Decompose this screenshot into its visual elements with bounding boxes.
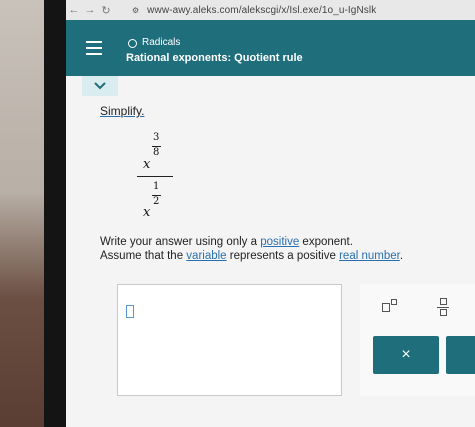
fraction-line-icon — [437, 306, 449, 308]
collapse-button[interactable] — [82, 76, 118, 96]
topic-title: Radicals — [142, 37, 181, 48]
exponent-base-icon — [381, 302, 390, 312]
denominator-exponent-denominator: 2 — [153, 196, 160, 207]
instruction-line-2: Assume that the variable represents a po… — [100, 250, 404, 262]
subtopic-title: Rational exponents: Quotient rule — [126, 52, 303, 64]
fraction-top-icon — [439, 298, 447, 305]
answer-cursor — [126, 305, 134, 318]
browser-toolbar: ← → ↻ ⚙ www-awy.aleks.com/alekscgi/x/Isl… — [66, 0, 475, 20]
denominator-exponent-numerator: 1 — [153, 181, 160, 192]
topic-radio-icon — [128, 39, 137, 48]
numerator-exponent-denominator: 8 — [153, 147, 160, 158]
numerator-exponent-numerator: 3 — [153, 132, 160, 143]
fraction-button[interactable] — [426, 294, 460, 320]
variable-link[interactable]: variable — [186, 250, 226, 262]
topic-header: Radicals Rational exponents: Quotient ru… — [66, 20, 475, 76]
menu-icon[interactable] — [86, 41, 102, 55]
chevron-down-icon — [94, 82, 106, 90]
clear-button[interactable]: × — [373, 336, 439, 374]
numerator-base: x — [143, 157, 151, 172]
forward-icon[interactable]: → — [82, 4, 98, 16]
exponent-power-icon — [390, 299, 397, 305]
real-number-link[interactable]: real number — [339, 250, 400, 262]
fraction-bottom-icon — [439, 309, 447, 316]
positive-link[interactable]: positive — [260, 236, 299, 248]
problem-prompt: Simplify. — [100, 104, 145, 118]
answer-input[interactable] — [117, 284, 342, 396]
screen: ← → ↻ ⚙ www-awy.aleks.com/alekscgi/x/Isl… — [66, 0, 475, 427]
denominator-base: x — [143, 205, 151, 220]
undo-button[interactable] — [446, 336, 475, 374]
fraction-bar — [137, 176, 173, 177]
reload-icon[interactable]: ↻ — [98, 4, 114, 17]
math-toolbar: × — [360, 284, 475, 396]
desk-background — [0, 0, 44, 427]
site-settings-icon[interactable]: ⚙ — [132, 6, 139, 15]
monitor-bezel — [44, 0, 66, 427]
exponent-button[interactable] — [372, 294, 406, 320]
instruction-line-1: Write your answer using only a positive … — [100, 236, 353, 248]
address-bar[interactable]: www-awy.aleks.com/alekscgi/x/Isl.exe/1o_… — [147, 5, 376, 16]
back-icon[interactable]: ← — [66, 4, 82, 16]
